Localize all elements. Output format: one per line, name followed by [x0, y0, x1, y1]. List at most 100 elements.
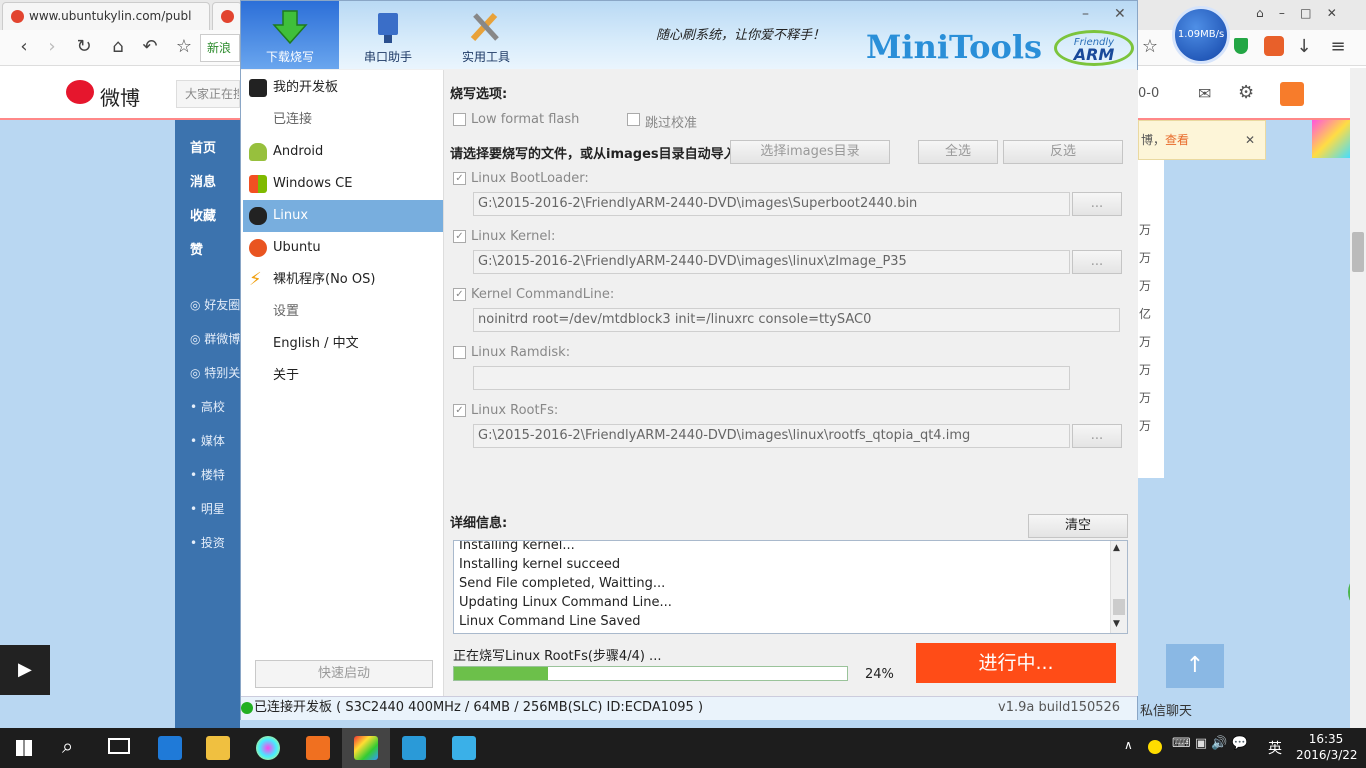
log-line: Send File completed, Waitting... [459, 576, 666, 591]
tools-app-icon[interactable] [452, 736, 476, 760]
kernel-path-field[interactable]: G:\2015-2016-2\FriendlyARM-2440-DVD\imag… [473, 250, 1070, 274]
invert-selection-button[interactable]: 反选 [1003, 140, 1123, 164]
window-controls[interactable]: ⌂ – □ ✕ [1256, 6, 1337, 20]
video-thumbnail[interactable]: ▶ [0, 645, 50, 695]
log-line: Installing kernel... [459, 540, 575, 553]
back-icon[interactable]: ‹ [12, 36, 36, 57]
rootfs-browse-button[interactable]: ... [1072, 424, 1122, 448]
sidebar-item-settings[interactable]: 设置 [243, 296, 443, 328]
low-format-checkbox[interactable] [453, 113, 466, 130]
progress-percent: 24% [865, 667, 894, 682]
scroll-thumb[interactable] [1352, 232, 1364, 272]
weibo-nav-home[interactable]: 首页 [190, 137, 216, 156]
log-scrollbar[interactable]: ▲ ▼ [1110, 541, 1127, 633]
bootloader-checkbox[interactable]: ✓ [453, 172, 466, 185]
settings-gear-icon[interactable]: ⚙ [1238, 82, 1254, 103]
tab-serial-assistant[interactable]: 串口助手 [339, 1, 437, 69]
extension-icon[interactable] [1264, 36, 1284, 56]
tray-app-icon[interactable] [1148, 740, 1162, 754]
compose-icon[interactable] [1280, 82, 1304, 106]
weibo-nav-likes[interactable]: 赞 [190, 239, 203, 258]
edge-icon[interactable] [158, 736, 182, 760]
page-scrollbar[interactable] [1350, 68, 1366, 728]
undo-icon[interactable]: ↶ [138, 36, 162, 57]
weibo-notice-link[interactable]: 查看 [1165, 133, 1189, 147]
file-explorer-icon[interactable] [206, 736, 230, 760]
weibo-tag-5[interactable]: • 投资 [190, 534, 225, 551]
home-icon[interactable]: ⌂ [106, 36, 130, 57]
bookmark-star-icon[interactable]: ☆ [172, 36, 196, 57]
clock[interactable]: 16:35 2016/3/22 [1296, 731, 1358, 763]
task-view-icon[interactable] [108, 738, 130, 754]
weibo-tag-1[interactable]: • 高校 [190, 398, 225, 415]
browser-tab-weibo[interactable] [212, 2, 242, 30]
start-windows-icon[interactable] [16, 740, 32, 756]
tab-utilities[interactable]: 实用工具 [437, 1, 535, 69]
favorite-star-icon[interactable]: ☆ [1138, 36, 1162, 57]
sidebar-item-linux[interactable]: Linux [243, 200, 443, 232]
weibo-nav-favorites[interactable]: 收藏 [190, 205, 216, 224]
skin-corner-icon[interactable] [1312, 120, 1350, 158]
browser-tab-ubuntukylin[interactable]: www.ubuntukylin.com/publ [2, 2, 210, 30]
log-output[interactable]: Installing kernel... Installing kernel s… [453, 540, 1128, 634]
download-icon[interactable]: ↓ [1292, 36, 1316, 57]
choose-images-dir-button[interactable]: 选择images目录 [730, 140, 890, 164]
ramdisk-path-field[interactable] [473, 366, 1070, 390]
weibo-chat[interactable]: 私信聊天 [1140, 700, 1192, 719]
scroll-down-icon[interactable]: ▼ [1113, 619, 1120, 629]
weibo-search-input[interactable]: 大家正在搜 [176, 80, 240, 108]
weibo-tag-3[interactable]: • 楼特 [190, 466, 225, 483]
search-icon[interactable]: ⌕ [62, 734, 73, 758]
sidebar-item-windows-ce[interactable]: Windows CE [243, 168, 443, 200]
sidebar-item-ubuntu[interactable]: Ubuntu [243, 232, 443, 264]
back-to-top-icon[interactable]: ↑ [1166, 644, 1224, 688]
weibo-group-special[interactable]: ◎ 特别关注 [190, 364, 240, 381]
network-speed-widget[interactable]: 1.09MB/s [1172, 6, 1230, 64]
minimize-icon[interactable]: – [1082, 6, 1089, 22]
browser-app-icon[interactable] [256, 736, 280, 760]
ime-indicator[interactable]: 英 [1268, 738, 1282, 758]
menu-icon[interactable]: ≡ [1326, 36, 1350, 57]
sidebar-item-about[interactable]: 关于 [243, 360, 443, 392]
weibo-tag-2[interactable]: • 媒体 [190, 432, 225, 449]
address-bar[interactable]: 新浪微 [200, 34, 240, 62]
sidebar-item-my-board[interactable]: 我的开发板 [243, 72, 443, 104]
shield-icon[interactable] [1234, 38, 1248, 54]
tray-chevron-icon[interactable]: ∧ [1124, 738, 1133, 752]
weibo-nav-messages[interactable]: 消息 [190, 171, 216, 190]
reload-icon[interactable]: ↻ [72, 36, 96, 57]
ramdisk-checkbox[interactable] [453, 346, 466, 363]
scroll-up-icon[interactable]: ▲ [1113, 543, 1120, 553]
weibo-tag-4[interactable]: • 明星 [190, 500, 225, 517]
tab-download-flash[interactable]: 下载烧写 [241, 1, 339, 69]
sidebar-item-bare-metal[interactable]: ⚡ 裸机程序(No OS) [243, 264, 443, 296]
serial-port-icon [378, 13, 398, 43]
close-icon[interactable]: ✕ [1245, 121, 1255, 159]
tray-icons[interactable]: ⌨ ▣ 🔊 💬 [1172, 736, 1248, 751]
close-window-icon[interactable]: ✕ [1114, 6, 1126, 22]
forward-icon[interactable]: › [40, 36, 64, 57]
clear-log-button[interactable]: 清空 [1028, 514, 1128, 538]
select-all-button[interactable]: 全选 [918, 140, 998, 164]
mail-icon[interactable]: ✉ [1198, 84, 1211, 103]
kernel-browse-button[interactable]: ... [1072, 250, 1122, 274]
bootloader-browse-button[interactable]: ... [1072, 192, 1122, 216]
vm-app-icon[interactable] [402, 736, 426, 760]
run-flash-button[interactable]: 进行中... [916, 643, 1116, 683]
pdf-app-icon[interactable] [306, 736, 330, 760]
minitools-taskbar-icon[interactable] [354, 736, 378, 760]
weibo-group-friends[interactable]: ◎ 好友圈 [190, 296, 240, 313]
skip-verify-checkbox[interactable] [627, 113, 640, 130]
kernel-checkbox[interactable]: ✓ [453, 230, 466, 243]
quick-start-button[interactable]: 快速启动 [255, 660, 433, 688]
rootfs-path-field[interactable]: G:\2015-2016-2\FriendlyARM-2440-DVD\imag… [473, 424, 1070, 448]
bootloader-path-field[interactable]: G:\2015-2016-2\FriendlyARM-2440-DVD\imag… [473, 192, 1070, 216]
weibo-logo-text: 微博 [100, 86, 140, 110]
cmdline-field[interactable]: noinitrd root=/dev/mtdblock3 init=/linux… [473, 308, 1120, 332]
cmdline-checkbox[interactable]: ✓ [453, 288, 466, 301]
sidebar-item-language[interactable]: English / 中文 [243, 328, 443, 360]
sidebar-item-android[interactable]: Android [243, 136, 443, 168]
log-scroll-thumb[interactable] [1113, 599, 1125, 615]
rootfs-checkbox[interactable]: ✓ [453, 404, 466, 417]
weibo-group-group[interactable]: ◎ 群微博 [190, 330, 240, 347]
